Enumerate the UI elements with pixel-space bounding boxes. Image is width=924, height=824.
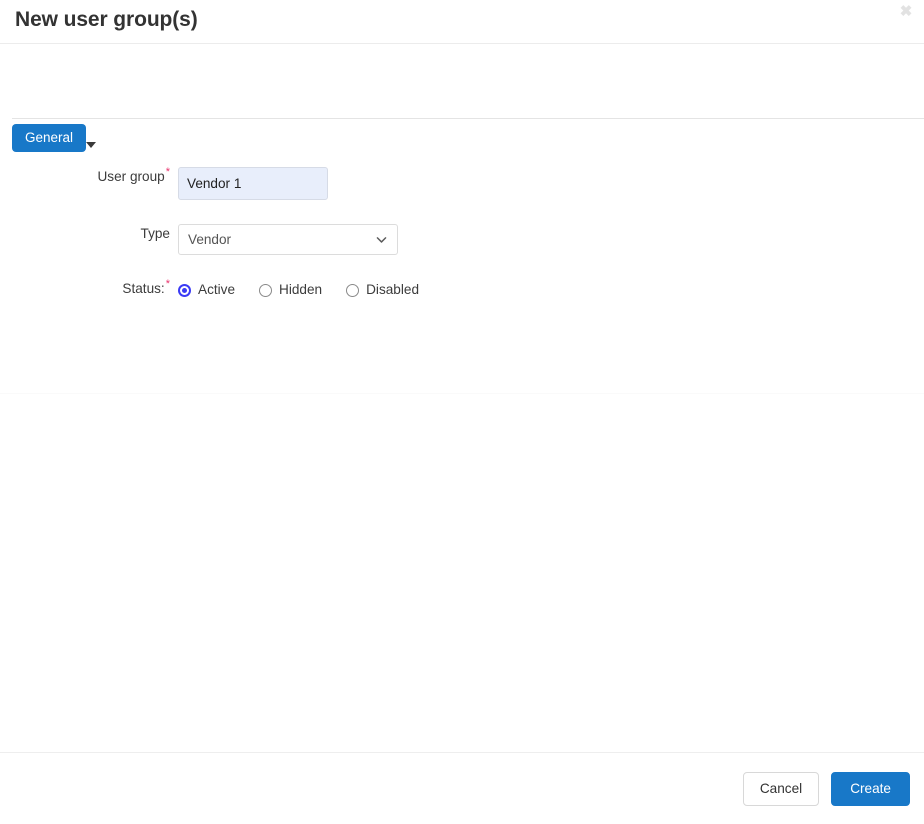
radio-disabled-indicator[interactable]	[346, 283, 360, 297]
label-type: Type	[0, 224, 178, 244]
form-row-type: Type Vendor	[0, 224, 924, 255]
radio-status-active[interactable]: Active	[178, 280, 235, 300]
page-title: New user group(s)	[15, 8, 198, 31]
radio-status-disabled[interactable]: Disabled	[346, 280, 419, 300]
required-asterisk-status: *	[165, 278, 170, 291]
label-type-text: Type	[140, 226, 170, 241]
tab-bar-underline	[12, 44, 924, 119]
field-user-group	[178, 167, 924, 200]
cancel-button[interactable]: Cancel	[742, 771, 820, 806]
label-status: Status:*	[0, 279, 178, 299]
close-icon[interactable]: ✖	[896, 2, 916, 22]
dialog-footer: Cancel Create	[0, 752, 924, 824]
field-status: Active Hidden Disabled	[178, 279, 924, 300]
field-type: Vendor	[178, 224, 924, 255]
label-user-group-text: User group	[97, 169, 165, 184]
dialog-header: New user group(s) ✖	[0, 0, 924, 44]
radio-hidden-label: Hidden	[279, 282, 323, 297]
type-select-wrapper: Vendor	[178, 224, 398, 255]
user-group-input[interactable]	[178, 167, 328, 200]
radio-status-hidden[interactable]: Hidden	[259, 280, 322, 300]
create-button[interactable]: Create	[831, 771, 910, 806]
label-status-text: Status:	[122, 281, 165, 296]
chevron-down-icon	[86, 141, 97, 148]
radio-hidden-indicator[interactable]	[259, 283, 273, 297]
form-row-status: Status:* Active Hidden Disabled	[0, 279, 924, 300]
tab-bar: General	[0, 44, 924, 152]
status-radio-group: Active Hidden Disabled	[178, 279, 924, 300]
form-rows: User group* Type Vendor	[0, 167, 924, 324]
label-user-group: User group*	[0, 167, 178, 187]
required-asterisk-user-group: *	[165, 166, 170, 179]
panel-divider	[0, 393, 924, 394]
form-row-user-group: User group*	[0, 167, 924, 200]
tab-general[interactable]: General	[12, 124, 87, 152]
new-user-group-dialog: New user group(s) ✖ General General User…	[0, 0, 924, 824]
type-select[interactable]: Vendor	[178, 224, 398, 255]
radio-active-indicator[interactable]	[178, 283, 191, 297]
radio-disabled-label: Disabled	[366, 282, 420, 297]
radio-active-label: Active	[198, 282, 236, 297]
dialog-body: General User group* Type	[0, 119, 924, 752]
